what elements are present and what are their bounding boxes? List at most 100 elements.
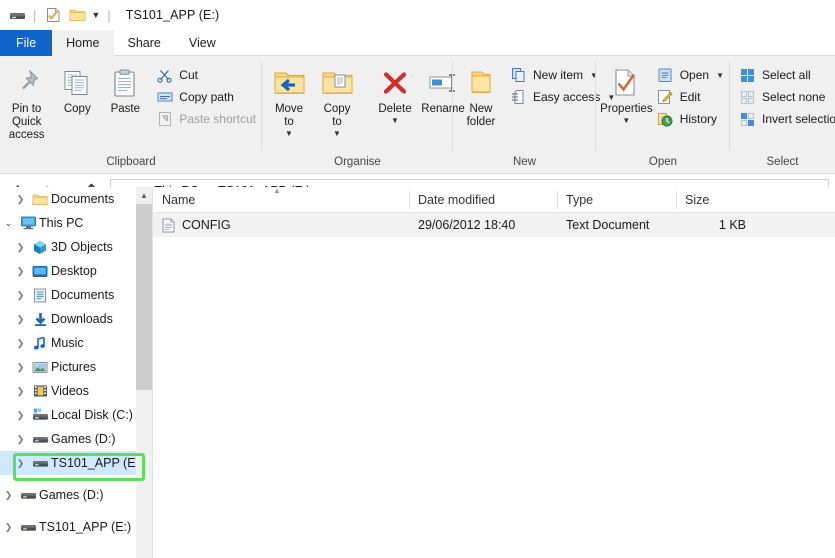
- copy-to-caret-icon[interactable]: ▼: [333, 130, 341, 138]
- history-button[interactable]: History: [654, 108, 730, 130]
- copy-path-label: Copy path: [179, 90, 234, 104]
- invert-selection-button[interactable]: Invert selection: [736, 108, 835, 130]
- sidebar-item-ts101-app-e-child[interactable]: ❯ TS101_APP (E:): [0, 451, 152, 475]
- move-to-caret-icon[interactable]: ▼: [285, 130, 293, 138]
- sidebar-item-games-d-child[interactable]: ❯ Games (D:): [0, 427, 152, 451]
- sidebar-item-documents[interactable]: ❯ Documents: [0, 283, 152, 307]
- chevron-right-icon[interactable]: ❯: [12, 338, 29, 349]
- open-button[interactable]: Open ▼: [654, 64, 730, 86]
- sidebar-item-local-disk-c[interactable]: ❯ Local Disk (C:): [0, 403, 152, 427]
- sidebar-item-videos[interactable]: ❯ Videos: [0, 379, 152, 403]
- new-item-icon: [510, 67, 527, 84]
- tab-view[interactable]: View: [174, 30, 230, 56]
- move-to-button[interactable]: Move to ▼: [265, 63, 313, 138]
- sidebar-item-3d-objects[interactable]: ❯ 3D Objects: [0, 235, 152, 259]
- properties-caret-icon[interactable]: ▼: [622, 117, 630, 125]
- properties-icon[interactable]: [43, 5, 63, 25]
- properties-button[interactable]: Properties ▼: [600, 63, 653, 125]
- ribbon-group-label-clipboard: Clipboard: [106, 156, 156, 168]
- ribbon-group-label-new: New: [512, 156, 536, 168]
- sidebar-label: Desktop: [51, 264, 97, 278]
- navigation-scrollbar[interactable]: ▲: [136, 187, 152, 558]
- select-none-button[interactable]: Select none: [736, 86, 835, 108]
- navigation-tree: ❯ Documents ⌄ This PC ❯ 3D Objects ❯ Des…: [0, 187, 152, 539]
- music-icon: [29, 336, 51, 351]
- chevron-right-icon[interactable]: ❯: [12, 242, 29, 253]
- select-all-label: Select all: [762, 68, 811, 82]
- tab-home[interactable]: Home: [52, 30, 114, 56]
- sidebar-label: Games (D:): [39, 488, 104, 502]
- chevron-right-icon[interactable]: ❯: [12, 362, 29, 373]
- chevron-right-icon[interactable]: ❯: [12, 458, 29, 469]
- column-headers: Name ▲ Date modified Type Size: [153, 186, 835, 213]
- select-all-icon: [739, 67, 756, 84]
- sidebar-item-music[interactable]: ❯ Music: [0, 331, 152, 355]
- scrollbar-thumb[interactable]: [136, 204, 152, 390]
- copy-icon: [63, 66, 91, 100]
- sidebar-label: This PC: [39, 216, 84, 230]
- pin-to-quick-access-button[interactable]: Pin to Quick access: [0, 63, 53, 142]
- cut-label: Cut: [179, 68, 198, 82]
- drive-icon: [17, 521, 39, 534]
- pin-label-line1: Pin to Quick: [11, 103, 42, 128]
- chevron-right-icon[interactable]: ❯: [12, 290, 29, 301]
- copy-path-button[interactable]: Copy path: [153, 86, 262, 108]
- window-title: TS101_APP (E:): [125, 8, 220, 22]
- copy-path-icon: [156, 89, 173, 106]
- sidebar-item-games-d-root[interactable]: ❯ Games (D:): [0, 483, 152, 507]
- select-all-button[interactable]: Select all: [736, 64, 835, 86]
- sidebar-item-downloads[interactable]: ❯ Downloads: [0, 307, 152, 331]
- column-header-name[interactable]: Name ▲: [153, 186, 409, 213]
- table-row[interactable]: CONFIG 29/06/2012 18:40 Text Document 1 …: [153, 213, 835, 237]
- chevron-right-icon[interactable]: ❯: [12, 434, 29, 445]
- delete-button[interactable]: Delete ▼: [371, 63, 419, 125]
- file-list-pane: Name ▲ Date modified Type Size CONFIG 29…: [153, 186, 835, 558]
- sidebar-item-quick-documents[interactable]: ❯ Documents: [0, 187, 152, 211]
- sidebar-item-ts101-app-e-root[interactable]: ❯ TS101_APP (E:): [0, 515, 152, 539]
- clipboard-small-commands: Cut Copy path Paste shortcut: [153, 63, 262, 130]
- chevron-down-icon[interactable]: ⌄: [0, 218, 17, 229]
- chevron-right-icon[interactable]: ❯: [12, 410, 29, 421]
- ribbon-group-label-select: Select: [766, 156, 799, 168]
- paste-label: Paste: [110, 103, 140, 115]
- sidebar-item-desktop[interactable]: ❯ Desktop: [0, 259, 152, 283]
- cell-name: CONFIG: [153, 213, 409, 237]
- paste-shortcut-button[interactable]: Paste shortcut: [153, 108, 262, 130]
- sidebar-item-pictures[interactable]: ❯ Pictures: [0, 355, 152, 379]
- paste-button[interactable]: Paste: [101, 63, 149, 116]
- scrollbar-track[interactable]: [136, 390, 152, 558]
- cut-button[interactable]: Cut: [153, 64, 262, 86]
- copy-button[interactable]: Copy: [53, 63, 101, 116]
- chevron-right-icon[interactable]: ❯: [12, 314, 29, 325]
- chevron-right-icon[interactable]: ❯: [0, 522, 17, 533]
- sidebar-label: Games (D:): [51, 432, 116, 446]
- column-header-type[interactable]: Type: [557, 187, 676, 213]
- pin-label-line2: access: [8, 129, 45, 141]
- delete-caret-icon[interactable]: ▼: [391, 117, 399, 125]
- ribbon-group-open: Properties ▼ Open ▼ Edit History Open: [596, 56, 730, 173]
- column-header-date-modified[interactable]: Date modified: [409, 187, 557, 213]
- chevron-right-icon[interactable]: ❯: [12, 386, 29, 397]
- chevron-right-icon[interactable]: ❯: [12, 266, 29, 277]
- copy-to-button[interactable]: Copy to ▼: [313, 63, 361, 138]
- main-content: ❯ Documents ⌄ This PC ❯ 3D Objects ❯ Des…: [0, 186, 835, 558]
- edit-button[interactable]: Edit: [654, 86, 730, 108]
- titlebar-separator-2: |: [107, 7, 111, 23]
- move-to-label-line2: to: [284, 116, 294, 128]
- new-folder-button[interactable]: New folder: [457, 63, 505, 129]
- history-label: History: [679, 112, 718, 126]
- paste-shortcut-label: Paste shortcut: [179, 112, 256, 126]
- easy-access-label: Easy access: [533, 90, 601, 104]
- downloads-icon: [29, 312, 51, 327]
- column-header-size[interactable]: Size: [676, 187, 755, 213]
- chevron-right-icon[interactable]: ❯: [12, 194, 29, 205]
- chevron-right-icon[interactable]: ❯: [0, 490, 17, 501]
- new-folder-icon[interactable]: [67, 5, 87, 25]
- customize-chevron-icon[interactable]: ▼: [91, 10, 100, 20]
- scroll-up-arrow-icon[interactable]: ▲: [136, 187, 152, 204]
- tab-file[interactable]: File: [0, 30, 53, 56]
- open-caret-icon[interactable]: ▼: [716, 71, 724, 80]
- sidebar-label: Pictures: [51, 360, 97, 374]
- tab-share[interactable]: Share: [113, 30, 175, 56]
- sidebar-item-this-pc[interactable]: ⌄ This PC: [0, 211, 152, 235]
